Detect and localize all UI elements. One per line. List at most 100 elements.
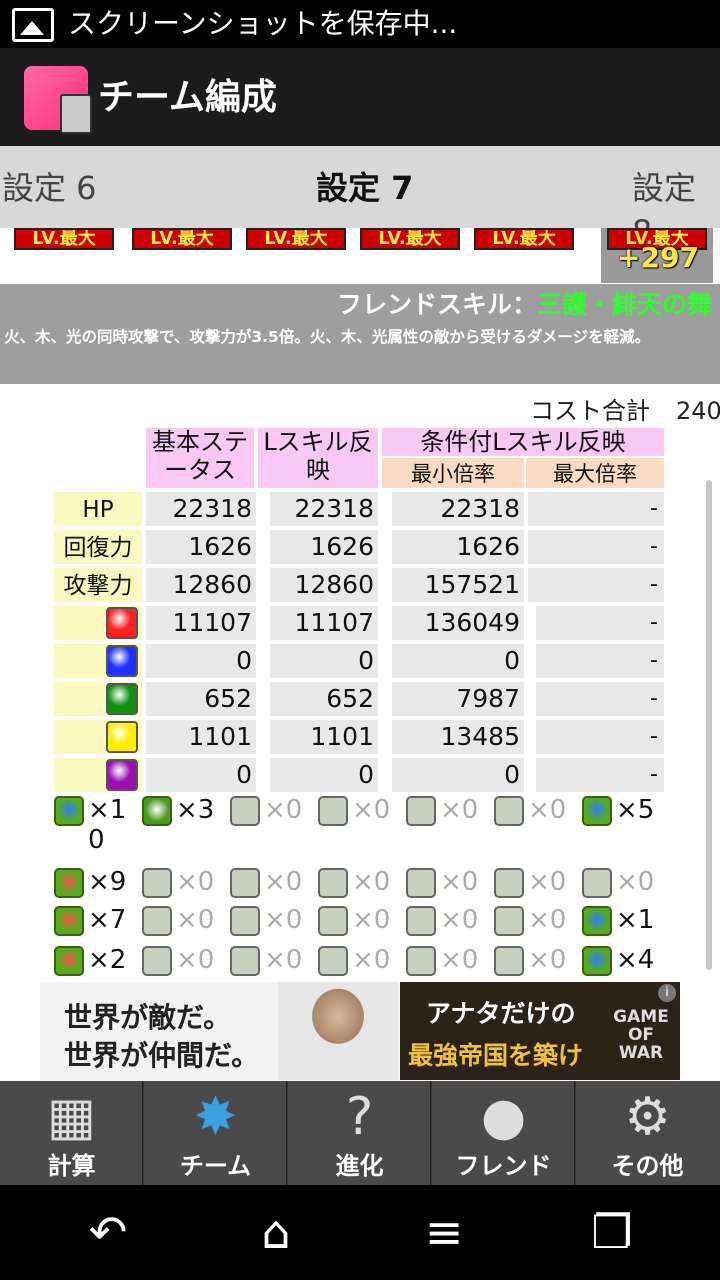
ad-info-icon[interactable]: i (658, 984, 676, 1002)
base-status-value: 12860 (146, 568, 256, 602)
auto-recover-icon (582, 868, 612, 898)
friend-skill-panel: フレンドスキル：三護・緋天の舞 火、木、光の同時攻撃で、攻撃力が3.5倍。火、木… (0, 284, 720, 384)
image-icon (12, 8, 54, 42)
lskill-value: 652 (270, 682, 378, 716)
awakening-count: ×0 (264, 867, 303, 897)
blind-resist-icon (406, 796, 436, 826)
nav-team-button[interactable]: ✸ チーム (144, 1081, 287, 1185)
water-orb-icon (106, 645, 138, 677)
fire-orb-plus-icon (54, 906, 84, 936)
back-icon[interactable]: ↶ (68, 1203, 148, 1261)
tab-current-setting[interactable]: 設定 7 (316, 166, 413, 210)
ad-person-image (278, 982, 398, 1080)
awakening-count: ×0 (264, 905, 303, 935)
awakening-count: ×0 (440, 867, 479, 897)
nav-calc-button[interactable]: ▦ 計算 (0, 1081, 143, 1185)
nav-other-button[interactable]: ⚙ その他 (576, 1081, 720, 1185)
settings-tabs: 設定 6 設定 7 設定 8 (0, 146, 720, 251)
status-text: スクリーンショットを保存中... (68, 7, 458, 40)
menu-icon[interactable]: ≡ (404, 1203, 484, 1261)
finger-plus-icon (142, 796, 172, 826)
awakening-count: ×7 (88, 905, 127, 935)
header-base-status: 基本ステータス (146, 428, 254, 488)
max-multiplier-value: - (536, 720, 664, 754)
wood-orb-icon (106, 683, 138, 715)
skill-bind-resist-icon (318, 796, 348, 826)
light-orb-plus-icon (318, 906, 348, 936)
cost-total-value: 240 (676, 397, 720, 425)
nav-friend-button[interactable]: ● フレンド (432, 1081, 575, 1185)
friend-icon: ● (480, 1087, 527, 1147)
awakening-count: ×0 (440, 945, 479, 975)
min-multiplier-value: 0 (392, 644, 524, 678)
dark-damage-cut-icon (406, 946, 436, 976)
nav-label: フレンド (455, 1152, 552, 1180)
min-multiplier-value: 22318 (392, 492, 524, 526)
header-base-status-text: 基本ステータス (152, 428, 248, 484)
time-extend-icon (54, 796, 84, 826)
light-orb-icon (106, 721, 138, 753)
wood-damage-cut-icon (230, 946, 260, 976)
app-bar: チーム編成 (0, 48, 720, 146)
base-status-value: 0 (146, 644, 256, 678)
evolution-icon: ? (345, 1087, 374, 1147)
recent-apps-icon[interactable]: ❐ (572, 1203, 652, 1261)
member-level-badge: LV.最大 (360, 228, 460, 250)
light-damage-cut-icon (318, 946, 348, 976)
max-multiplier-value: - (528, 530, 664, 564)
water-row-icon (142, 868, 172, 898)
bind-resist-icon (230, 796, 260, 826)
tab-prev-setting[interactable]: 設定 6 (2, 166, 97, 210)
other-icon: ⚙ (624, 1087, 671, 1147)
friend-plus-value: +297 (617, 241, 699, 274)
dark-row-icon (406, 868, 436, 898)
ad-right-line1: アナタだけの (426, 999, 576, 1028)
max-multiplier-value: - (536, 682, 664, 716)
friend-skill-label: フレンドスキル： (336, 290, 537, 319)
awakening-count: ×2 (88, 945, 127, 975)
fire-row-icon (54, 868, 84, 898)
awakening-count: ×0 (264, 795, 303, 825)
awakening-count: ×0 (352, 795, 391, 825)
nav-label: チーム (179, 1152, 252, 1180)
fire-orb-icon (106, 607, 138, 639)
ad-brand-logo: GAME OF WAR (613, 1007, 669, 1063)
scrollbar[interactable] (706, 480, 712, 970)
awakening-count: ×0 (616, 867, 655, 897)
awakening-count: ×3 (176, 795, 215, 825)
home-icon[interactable]: ⌂ (236, 1203, 316, 1261)
base-status-value: 652 (146, 682, 256, 716)
poison-resist-icon (494, 796, 524, 826)
lskill-value: 0 (270, 758, 378, 792)
member-level-badge: LV.最大 (474, 228, 574, 250)
awakening-count: ×0 (528, 795, 567, 825)
nav-evolution-button[interactable]: ? 進化 (288, 1081, 431, 1185)
awakening-count: ×0 (352, 867, 391, 897)
row-label: 攻撃力 (54, 568, 142, 602)
member-level-badge: LV.最大 (14, 228, 114, 250)
min-multiplier-value: 13485 (392, 720, 524, 754)
app-logo-icon[interactable] (24, 66, 92, 134)
friend-skill-description: 火、木、光の同時攻撃で、攻撃力が3.5倍。火、木、光属性の敵から受けるダメージを… (4, 328, 651, 346)
awakening-count: ×1 0 (88, 795, 127, 855)
friend-skill-name: 三護・緋天の舞 (536, 290, 712, 319)
nav-label: 進化 (335, 1152, 384, 1180)
ad-right-line2: 最強帝国を築け (408, 1041, 584, 1070)
status-bar: スクリーンショットを保存中... (0, 0, 720, 48)
awakening-count: ×0 (176, 867, 215, 897)
lskill-value: 12860 (270, 568, 378, 602)
lskill-value: 1626 (270, 530, 378, 564)
awakening-count: ×9 (88, 867, 127, 897)
sbr-icon (582, 946, 612, 976)
ad-banner[interactable]: 世界が敵だ。 世界が仲間だ。 アナタだけの 最強帝国を築け GAME OF WA… (40, 982, 680, 1080)
page-title: チーム編成 (98, 77, 277, 118)
dark-orb-icon (106, 759, 138, 791)
header-min-multiplier: 最小倍率 (382, 458, 524, 488)
member-level-badge: LV.最大 (246, 228, 346, 250)
base-status-value: 22318 (146, 492, 256, 526)
base-status-value: 1101 (146, 720, 256, 754)
ad-left-line2: 世界が仲間だ。 (64, 1039, 260, 1072)
awakening-count: ×0 (440, 795, 479, 825)
member-level-badge: LV.最大 (132, 228, 232, 250)
awakening-count: ×0 (528, 905, 567, 935)
